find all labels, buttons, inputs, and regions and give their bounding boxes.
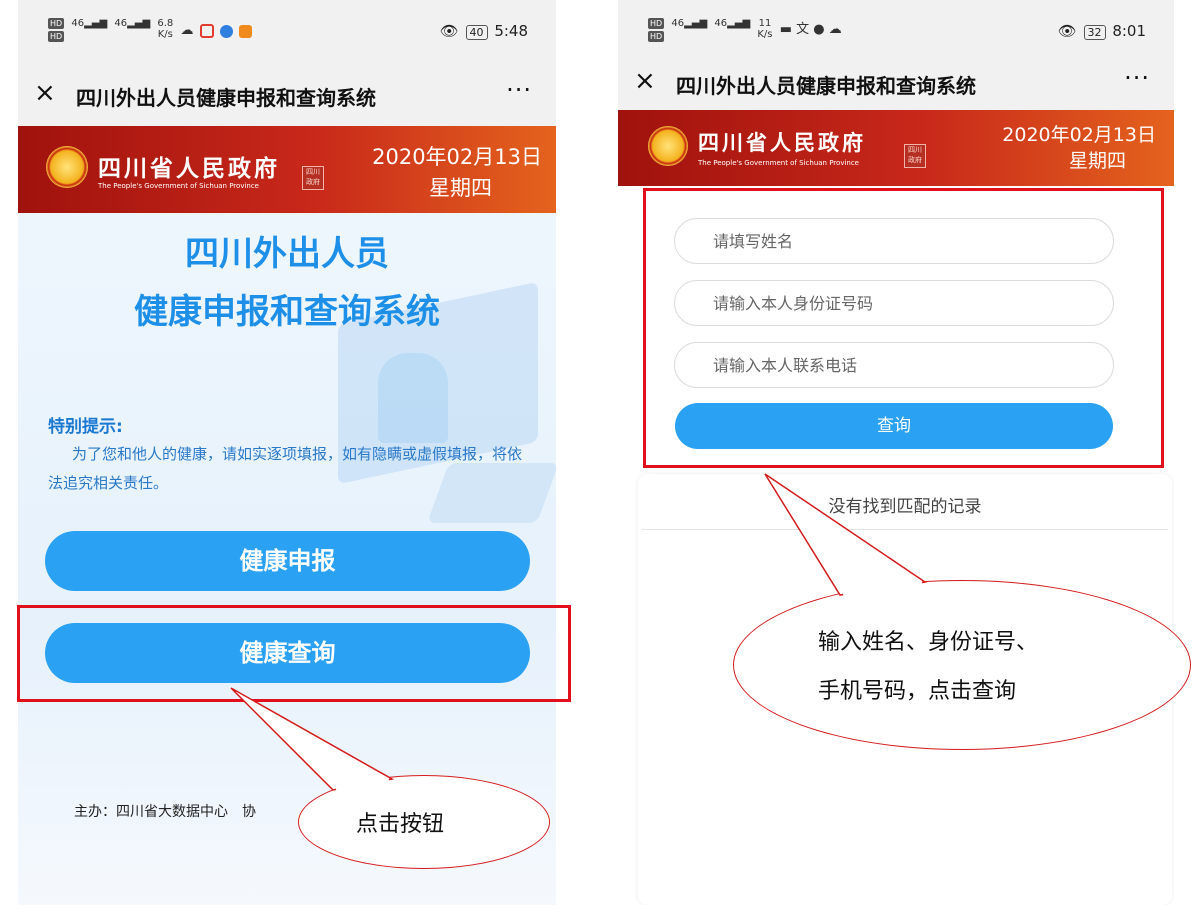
callout-pointer-left (230, 687, 395, 791)
callout-pointers (230, 473, 928, 791)
callout-pointer-right (764, 473, 928, 596)
